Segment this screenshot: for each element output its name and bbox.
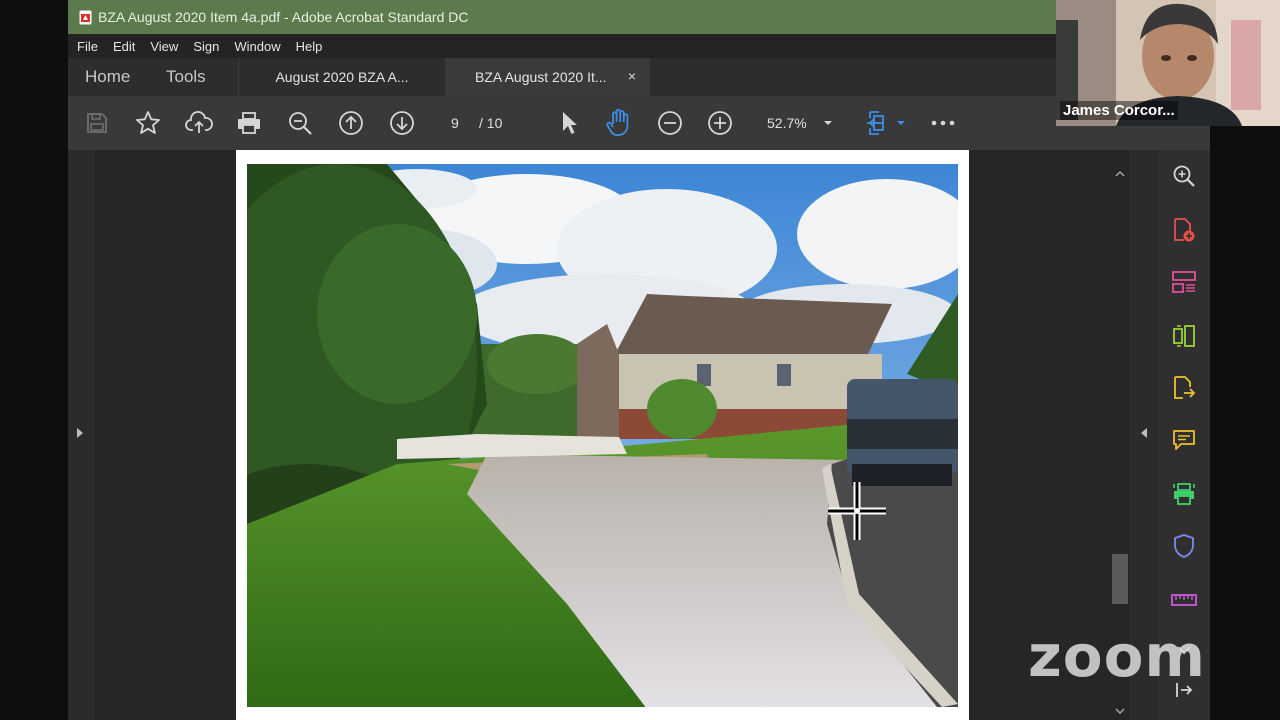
more-options-icon[interactable] bbox=[928, 108, 958, 138]
participant-name-label: James Corcor... bbox=[1060, 101, 1178, 120]
menu-sign[interactable]: Sign bbox=[193, 39, 219, 54]
fit-dropdown-chevron-icon[interactable] bbox=[886, 108, 916, 138]
menu-bar: File Edit View Sign Window Help bbox=[68, 34, 1210, 58]
next-page-icon[interactable] bbox=[387, 108, 417, 138]
print-icon[interactable] bbox=[234, 108, 264, 138]
zoom-search-icon[interactable] bbox=[1170, 162, 1198, 190]
site-photo-image bbox=[247, 164, 958, 707]
collapse-right-pane-icon[interactable] bbox=[1140, 426, 1148, 444]
zoom-dropdown-chevron-icon[interactable] bbox=[813, 108, 843, 138]
participant-video-tile[interactable]: James Corcor... bbox=[1056, 0, 1280, 126]
zoom-in-icon[interactable] bbox=[705, 108, 735, 138]
scan-ocr-icon[interactable] bbox=[1170, 480, 1198, 508]
menu-window[interactable]: Window bbox=[234, 39, 280, 54]
window-title: BZA August 2020 Item 4a.pdf - Adobe Acro… bbox=[98, 9, 469, 25]
organize-pages-icon[interactable] bbox=[1170, 268, 1198, 296]
nav-home[interactable]: Home bbox=[85, 67, 130, 87]
tab-label: August 2020 BZA A... bbox=[275, 69, 409, 85]
previous-page-icon[interactable] bbox=[336, 108, 366, 138]
menu-edit[interactable]: Edit bbox=[113, 39, 135, 54]
zoom-watermark-logo: zoom bbox=[1028, 622, 1206, 690]
close-tab-icon[interactable]: × bbox=[628, 68, 636, 84]
scroll-down-chevron-icon[interactable] bbox=[1115, 702, 1125, 720]
zoom-out-icon[interactable] bbox=[655, 108, 685, 138]
scroll-up-chevron-icon[interactable] bbox=[1115, 164, 1125, 182]
tab-bar: Home Tools August 2020 BZA A... BZA Augu… bbox=[68, 58, 1210, 96]
nav-tools[interactable]: Tools bbox=[166, 67, 206, 87]
left-navigation-pane bbox=[68, 150, 94, 720]
page-total: / 10 bbox=[479, 115, 503, 131]
select-cursor-icon[interactable] bbox=[554, 108, 584, 138]
export-pdf-icon[interactable] bbox=[1170, 374, 1198, 402]
zoom-out-magnifier-icon[interactable] bbox=[285, 108, 315, 138]
create-pdf-icon[interactable] bbox=[1170, 216, 1198, 244]
pdf-file-icon bbox=[79, 10, 92, 25]
scrollbar-thumb[interactable] bbox=[1112, 554, 1128, 604]
acrobat-window: BZA August 2020 Item 4a.pdf - Adobe Acro… bbox=[68, 0, 1210, 720]
title-bar: BZA August 2020 Item 4a.pdf - Adobe Acro… bbox=[68, 0, 1210, 34]
save-icon[interactable] bbox=[82, 108, 112, 138]
edit-pdf-icon[interactable] bbox=[1170, 322, 1198, 350]
comment-tool-icon[interactable] bbox=[1170, 426, 1198, 454]
cloud-upload-icon[interactable] bbox=[184, 108, 214, 138]
measure-ruler-icon[interactable] bbox=[1170, 586, 1198, 614]
hand-tool-icon[interactable] bbox=[604, 108, 634, 138]
crosshair-cursor-icon bbox=[828, 482, 886, 540]
menu-help[interactable]: Help bbox=[296, 39, 323, 54]
zoom-level-field[interactable]: 52.7% bbox=[767, 115, 807, 131]
tab-label: BZA August 2020 It... bbox=[475, 69, 607, 85]
toolbar: 9 / 10 52.7% bbox=[68, 96, 1210, 150]
expand-left-pane-icon[interactable] bbox=[76, 426, 84, 444]
tab-document-1[interactable]: August 2020 BZA A... bbox=[238, 58, 446, 96]
current-page-field[interactable]: 9 bbox=[451, 115, 459, 131]
menu-file[interactable]: File bbox=[77, 39, 98, 54]
protect-shield-icon[interactable] bbox=[1170, 532, 1198, 560]
bookmark-star-icon[interactable] bbox=[133, 108, 163, 138]
tab-document-2-active[interactable]: BZA August 2020 It... × bbox=[445, 58, 650, 96]
menu-view[interactable]: View bbox=[150, 39, 178, 54]
